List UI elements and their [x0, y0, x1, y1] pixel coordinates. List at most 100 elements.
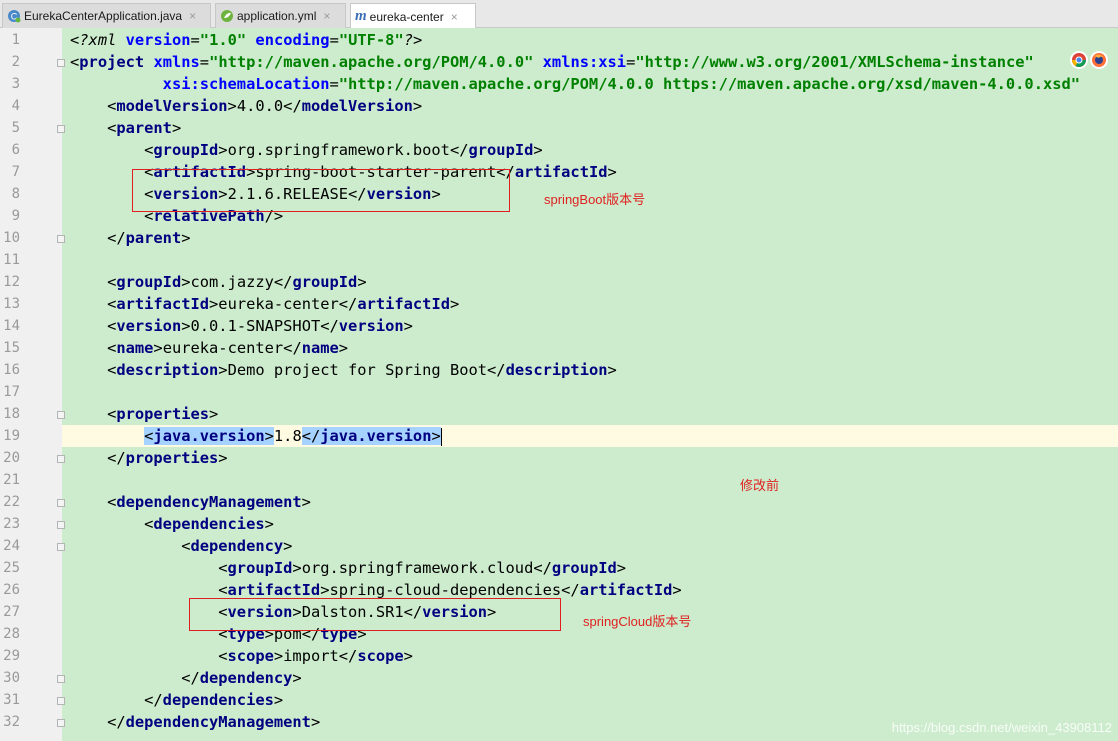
fold-marker-icon[interactable]: [57, 719, 65, 727]
line-number: 15: [3, 340, 20, 356]
code-line-31: </dependencies>: [70, 691, 284, 709]
line-number: 30: [3, 670, 20, 686]
line-number: 2: [11, 54, 20, 70]
line-number: 26: [3, 582, 20, 598]
code-line-2: <project xmlns="http://maven.apache.org/…: [70, 53, 1034, 71]
code-line-16: <description>Demo project for Spring Boo…: [70, 361, 617, 379]
line-number: 9: [11, 208, 20, 224]
attribute-value: "http://www.w3.org/2001/XMLSchema-instan…: [635, 53, 1034, 71]
fold-marker-icon[interactable]: [57, 411, 65, 419]
xml-tag: version: [116, 317, 182, 335]
element-value: eureka-center: [218, 295, 339, 313]
tab-eureka-center-application-java[interactable]: C EurekaCenterApplication.java ×: [2, 3, 211, 28]
fold-marker-icon[interactable]: [57, 455, 65, 463]
attribute-value: "http://maven.apache.org/POM/4.0.0": [209, 53, 534, 71]
xml-tag: description: [116, 361, 219, 379]
line-number: 28: [3, 626, 20, 642]
line-number: 22: [3, 494, 20, 510]
code-line-14: <version>0.0.1-SNAPSHOT</version>: [70, 317, 413, 335]
xml-tag: groupId: [551, 559, 617, 577]
line-number: 4: [11, 98, 20, 114]
line-number: 6: [11, 142, 20, 158]
tab-eureka-center[interactable]: m eureka-center ×: [350, 3, 476, 29]
line-number: 21: [3, 472, 20, 488]
code-line-23: <dependencies>: [70, 515, 274, 533]
browser-preview-icons: [1070, 51, 1108, 69]
fold-marker-icon[interactable]: [57, 499, 65, 507]
xml-tag: groupId: [153, 141, 219, 159]
fold-marker-icon[interactable]: [57, 521, 65, 529]
xml-tag: artifactId: [514, 163, 608, 181]
code-line-25: <groupId>org.springframework.cloud</grou…: [70, 559, 627, 577]
line-number: 29: [3, 648, 20, 664]
xml-tag: groupId: [468, 141, 534, 159]
code-line-18: <properties>: [70, 405, 219, 423]
code-line-4: <modelVersion>4.0.0</modelVersion>: [70, 97, 423, 115]
springcloud-version-highlight-box: [189, 598, 561, 631]
code-line-29: <scope>import</scope>: [70, 647, 413, 665]
code-line-20: </properties>: [70, 449, 228, 467]
element-value: 1.8: [273, 427, 302, 445]
xml-tag: parent: [125, 229, 182, 247]
attribute-name: encoding: [255, 31, 330, 49]
fold-marker-icon[interactable]: [57, 59, 65, 67]
watermark: https://blog.csdn.net/weixin_43908112: [891, 720, 1112, 735]
xml-tag: project: [79, 53, 145, 71]
code-line-19: <java.version>1.8</java.version>: [144, 427, 442, 446]
fold-marker-icon[interactable]: [57, 125, 65, 133]
code-line-3: xsi:schemaLocation="http://maven.apache.…: [162, 75, 1081, 93]
xml-tag: description: [505, 361, 608, 379]
chrome-icon[interactable]: [1070, 51, 1088, 69]
attribute-value: "UTF-8": [338, 31, 404, 49]
element-value: 0.0.1-SNAPSHOT: [190, 317, 321, 335]
line-number: 13: [3, 296, 20, 312]
close-icon[interactable]: ×: [323, 9, 330, 23]
attribute-name: xsi:schemaLocation: [162, 75, 330, 93]
close-icon[interactable]: ×: [189, 9, 196, 23]
tab-application-yml[interactable]: application.yml ×: [215, 3, 346, 28]
xml-tag: groupId: [292, 273, 358, 291]
springboot-version-annotation: springBoot版本号: [544, 192, 646, 207]
code-line-5: <parent>: [70, 119, 182, 137]
line-number: 19: [3, 428, 20, 444]
line-number: 8: [11, 186, 20, 202]
xml-declaration: ?xml: [79, 31, 117, 49]
attribute-value: "http://maven.apache.org/POM/4.0.0 https…: [338, 75, 1081, 93]
line-number: 24: [3, 538, 20, 554]
xml-tag: groupId: [227, 559, 293, 577]
fold-marker-icon[interactable]: [57, 675, 65, 683]
xml-tag: modelVersion: [116, 97, 228, 115]
fold-marker-icon[interactable]: [57, 235, 65, 243]
xml-tag: groupId: [116, 273, 182, 291]
line-number: 18: [3, 406, 20, 422]
line-number: 31: [3, 692, 20, 708]
xml-tag: parent: [116, 119, 172, 137]
line-number: 7: [11, 164, 20, 180]
xml-tag: version: [338, 317, 404, 335]
code-line-1: <?xml version="1.0" encoding="UTF-8"?>: [70, 31, 423, 49]
code-line-13: <artifactId>eureka-center</artifactId>: [70, 295, 460, 313]
attribute-name: xmlns: [153, 53, 200, 71]
tab-label: eureka-center: [369, 9, 444, 24]
tab-label: application.yml: [237, 9, 317, 23]
firefox-icon[interactable]: [1090, 51, 1108, 69]
fold-marker-icon[interactable]: [57, 697, 65, 705]
xml-tag: name: [116, 339, 154, 357]
element-value: 4.0.0: [236, 97, 284, 115]
springboot-version-highlight-box: [132, 169, 510, 212]
editor-tab-bar: C EurekaCenterApplication.java × applica…: [0, 0, 1118, 29]
xml-tag: dependencyManagement: [125, 713, 311, 731]
close-icon[interactable]: ×: [451, 10, 458, 24]
fold-marker-icon[interactable]: [57, 543, 65, 551]
spring-yml-icon: [220, 9, 234, 23]
line-number: 25: [3, 560, 20, 576]
xml-tag: dependency: [199, 669, 293, 687]
line-number: 16: [3, 362, 20, 378]
element-value: spring-cloud-dependencies: [329, 581, 562, 599]
line-number: 3: [11, 76, 20, 92]
xml-tag: scope: [227, 647, 274, 665]
code-line-15: <name>eureka-center</name>: [70, 339, 349, 357]
line-number: 23: [3, 516, 20, 532]
code-line-10: </parent>: [70, 229, 191, 247]
element-value: org.springframework.boot: [227, 141, 450, 159]
